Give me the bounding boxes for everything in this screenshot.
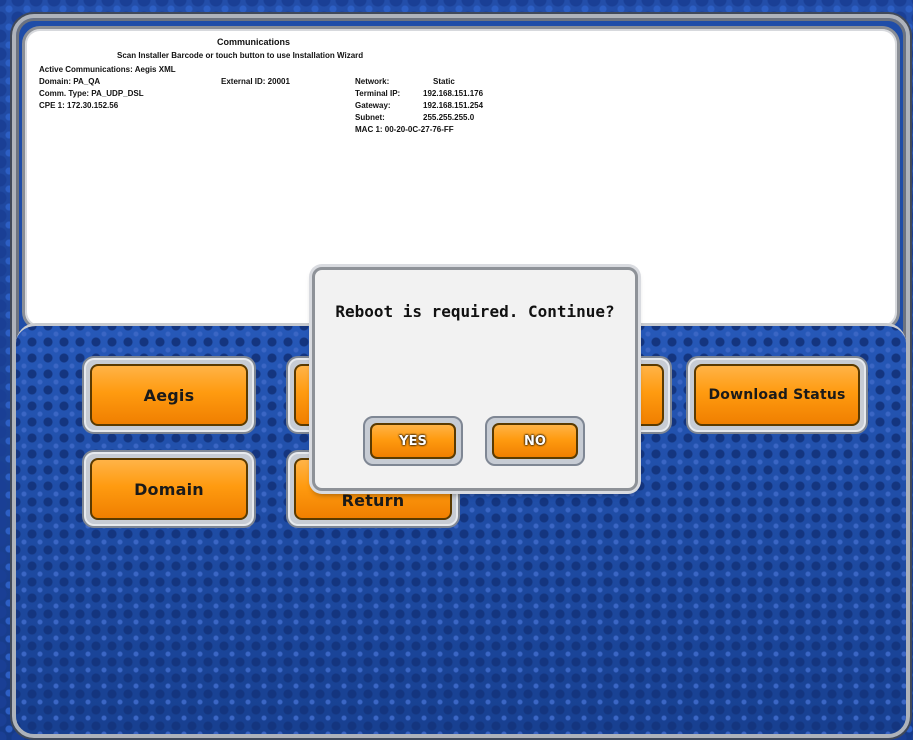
external-id-text: External ID: 20001 [221,77,290,86]
subnet-label: Subnet: [355,113,385,122]
kiosk-screen: Communications Scan Installer Barcode or… [0,0,913,740]
no-button[interactable]: NO [492,423,578,459]
terminal-ip-value: 192.168.151.176 [423,89,484,98]
download-status-button[interactable]: Download Status [694,364,860,426]
no-button-frame: NO [485,416,585,466]
reboot-dialog: Reboot is required. Continue? YES NO [312,267,638,491]
cpe-text: CPE 1: 172.30.152.56 [39,101,119,110]
domain-text: Domain: PA_QA [39,77,101,86]
aegis-button-frame: Aegis [82,356,256,434]
yes-button-frame: YES [363,416,463,466]
network-value: Static [433,77,455,86]
comm-type-text: Comm. Type: PA_UDP_DSL [39,89,144,98]
terminal-ip-label: Terminal IP: [355,89,401,98]
active-communications: Active Communications: Aegis XML [39,65,176,74]
aegis-button[interactable]: Aegis [90,364,248,426]
gateway-value: 192.168.151.254 [423,101,484,110]
domain-button[interactable]: Domain [90,458,248,520]
panel-title: Communications [217,37,291,47]
dialog-message: Reboot is required. Continue? [335,302,615,321]
gateway-label: Gateway: [355,101,391,110]
network-label: Network: [355,77,390,86]
domain-button-frame: Domain [82,450,256,528]
mac-text: MAC 1: 00-20-0C-27-76-FF [355,125,454,134]
download-status-button-frame: Download Status [686,356,868,434]
yes-button[interactable]: YES [370,423,456,459]
instruction-text: Scan Installer Barcode or touch button t… [117,51,364,60]
subnet-value: 255.255.255.0 [423,113,475,122]
